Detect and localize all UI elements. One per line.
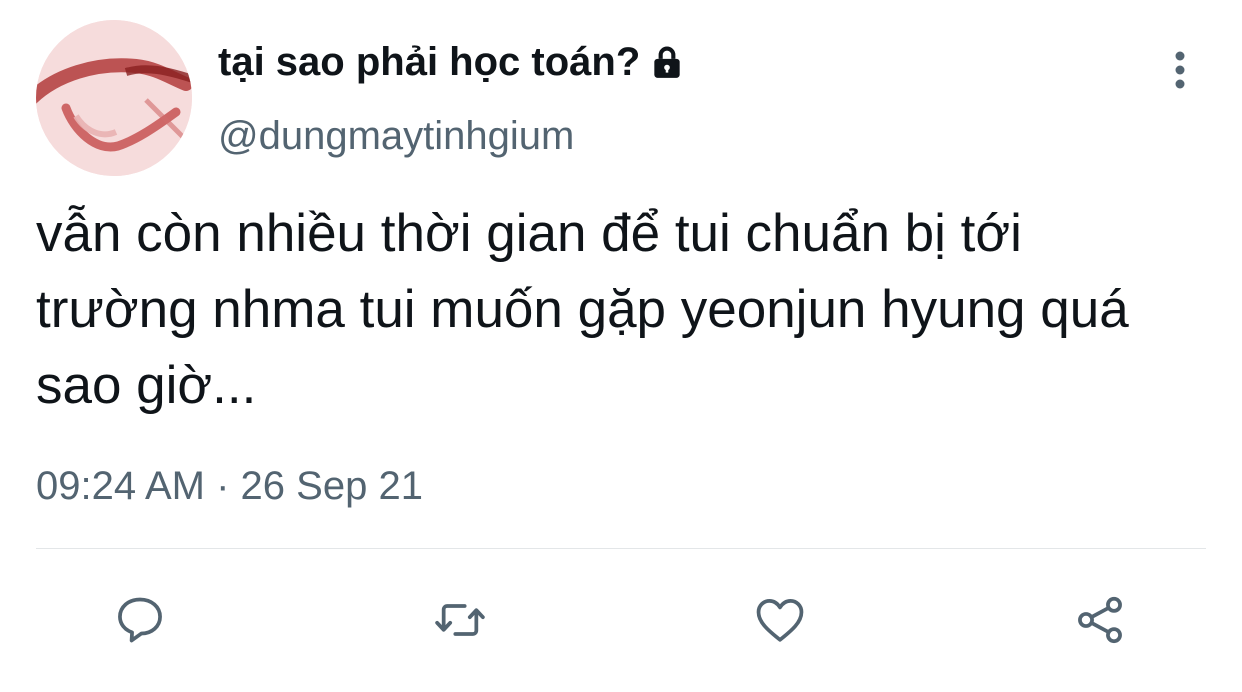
- lock-icon: [648, 42, 686, 82]
- retweet-icon: [435, 604, 485, 636]
- heart-icon: [756, 599, 804, 642]
- display-name-text: tại sao phải học toán?: [218, 40, 641, 84]
- divider: [36, 548, 1206, 549]
- tweet-text: vẫn còn nhiều thời gian để tui chuẩn bị …: [36, 204, 1129, 415]
- tweet-actions: [0, 584, 1242, 656]
- avatar[interactable]: [36, 20, 192, 176]
- avatar-image: [36, 20, 192, 176]
- retweet-button[interactable]: [424, 584, 496, 656]
- more-vertical-icon: [1175, 51, 1185, 89]
- share-icon: [1078, 596, 1122, 644]
- reply-button[interactable]: [104, 584, 176, 656]
- like-button[interactable]: [744, 584, 816, 656]
- more-options-button[interactable]: [1160, 46, 1200, 94]
- user-handle[interactable]: @dungmaytinhgium: [218, 112, 574, 160]
- share-button[interactable]: [1064, 584, 1136, 656]
- comment-icon: [118, 597, 162, 643]
- tweet-timestamp[interactable]: 09:24 AM · 26 Sep 21: [36, 460, 423, 512]
- display-name[interactable]: tại sao phải học toán?: [218, 38, 686, 86]
